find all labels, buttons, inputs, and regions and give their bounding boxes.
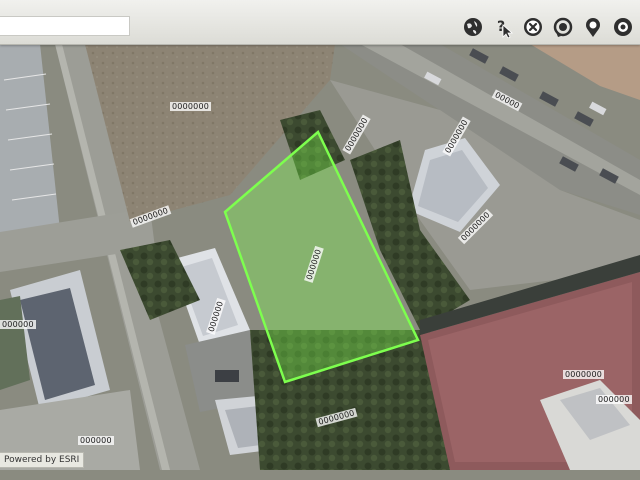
map-view[interactable]: 0000000 0000000 0000000 00000 0000000 00…: [0, 0, 640, 480]
globe-button[interactable]: [460, 14, 486, 40]
map-toolbar: ?: [0, 0, 640, 45]
parcel-label: 000000: [0, 320, 36, 329]
locate-button[interactable]: [580, 14, 606, 40]
parcel-label: 000000: [596, 395, 632, 404]
parcel-label: 0000000: [563, 370, 605, 379]
tool-buttons: ?: [460, 14, 636, 40]
identify-button[interactable]: ?: [490, 14, 516, 40]
aerial-imagery: [0, 0, 640, 480]
parcel-label: 0000000: [170, 102, 212, 111]
parcel-label: 000000: [78, 436, 114, 445]
identify-icon: ?: [497, 19, 514, 38]
measure-icon: [553, 17, 573, 37]
clear-icon: [524, 18, 542, 36]
settings-icon: [614, 18, 632, 36]
clear-button[interactable]: [520, 14, 546, 40]
measure-button[interactable]: [550, 14, 576, 40]
locate-icon: [586, 18, 600, 37]
globe-icon: [464, 18, 482, 36]
attribution: Powered by ESRI: [0, 452, 85, 468]
search-input[interactable]: [0, 16, 130, 36]
settings-button[interactable]: [610, 14, 636, 40]
